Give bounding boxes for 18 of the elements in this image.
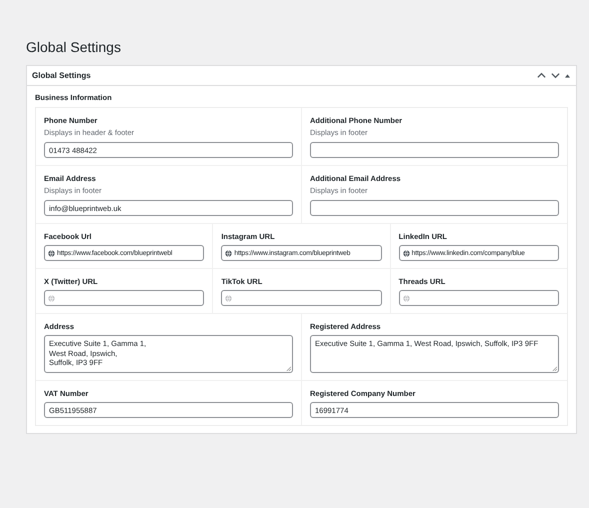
globe-icon [225,294,232,302]
page-title: Global Settings [26,38,122,56]
url-field[interactable] [221,290,382,306]
move-down-icon[interactable] [551,71,560,80]
globe-icon [225,250,232,256]
resize-grip-icon[interactable] [552,366,557,371]
url-field[interactable] [44,290,204,306]
collapse-icon[interactable] [565,74,570,78]
globe-icon [48,294,55,302]
globe-icon [402,250,410,256]
text-field[interactable] [310,142,559,158]
move-up-icon[interactable] [537,71,546,80]
panel-title: Global Settings [32,71,91,80]
url-field[interactable] [398,290,559,306]
resize-grip-icon[interactable] [286,366,291,371]
text-field[interactable] [310,200,559,216]
globe-icon [48,250,55,256]
globe-icon [402,294,410,302]
